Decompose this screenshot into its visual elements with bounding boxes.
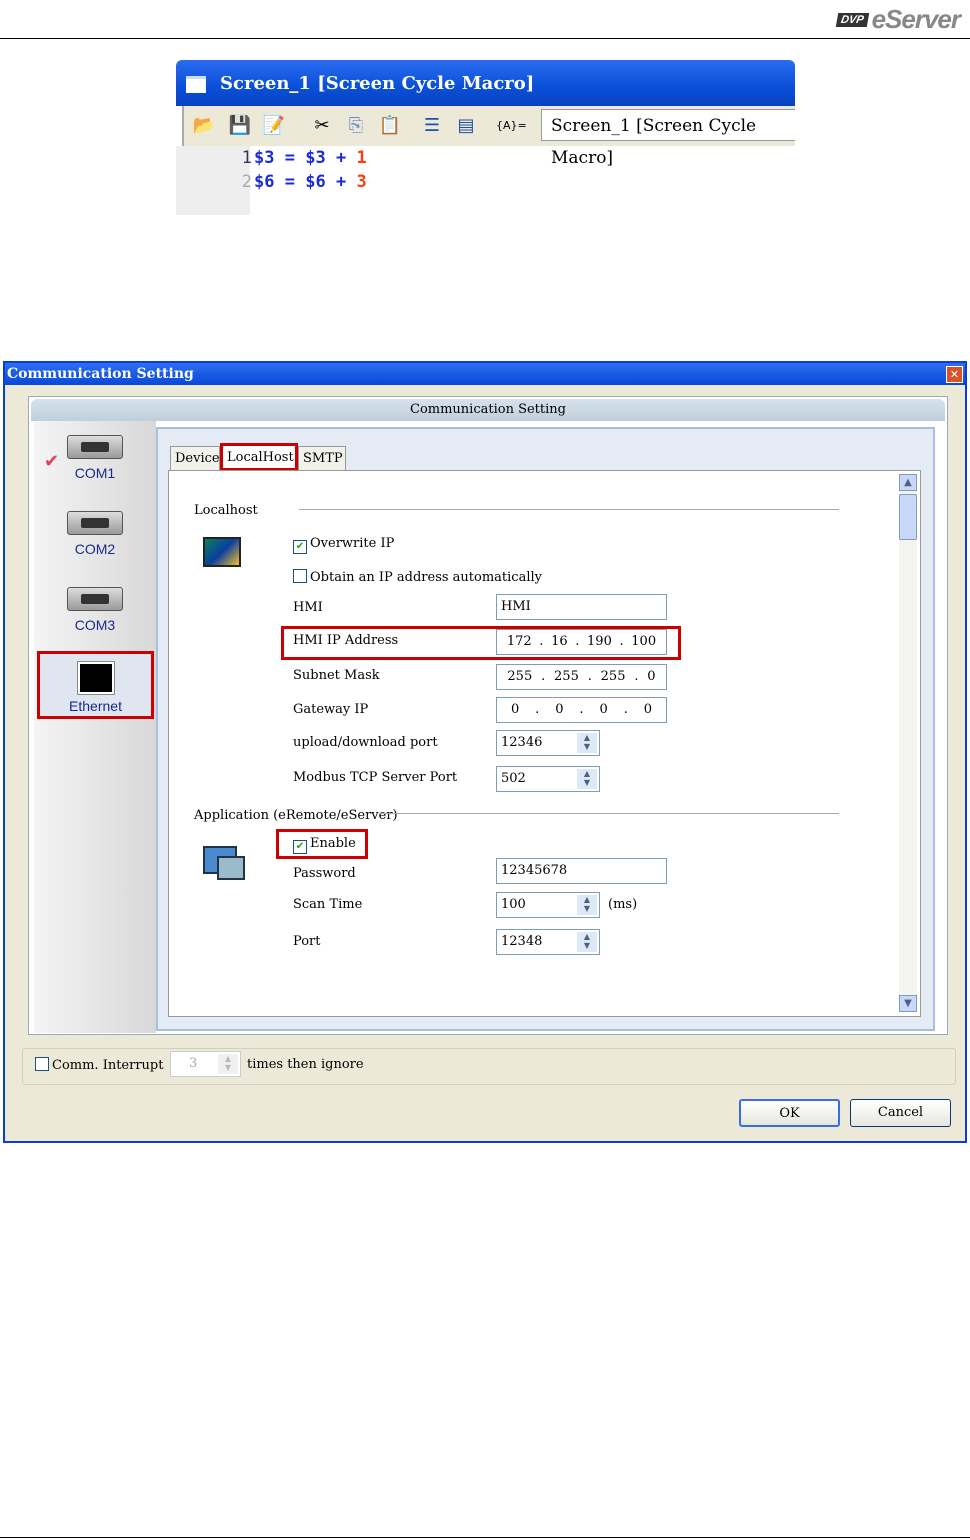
port-list: ✔ COM1 COM2 COM3 Ethernet [34,421,156,1033]
panel-title: Communication Setting [31,399,945,421]
localhost-content: ▲ ▼ Localhost ✔ Overwrite IP Obtain an IP … [168,470,921,1017]
macro-toolbar: 📂 💾 📝 ✂ ⎘ 📋 ☰ ▤ {A}= Screen_1 [Screen Cy… [182,106,795,168]
application-section-label: Application (eRemote/eServer) [194,808,398,823]
checkbox-icon[interactable] [35,1057,49,1071]
overwrite-ip-checkbox[interactable]: ✔ Overwrite IP [293,536,394,554]
paste-icon[interactable]: 📋 [378,114,402,138]
upload-port-input[interactable]: 12346 ▲ ▼ [496,730,600,756]
macro-window: Screen_1 [Screen Cycle Macro] 📂 💾 📝 ✂ ⎘ … [176,60,795,215]
logo-badge: DVP [835,12,869,27]
spinner-icon[interactable]: ▲ ▼ [577,895,597,915]
checkbox-checked-icon[interactable]: ✔ [293,540,307,554]
cancel-button[interactable]: Cancel [850,1099,951,1127]
port-label: Port [293,934,321,949]
upload-port-label: upload/download port [293,735,438,750]
port-com3[interactable]: COM3 [34,587,156,633]
port-ethernet[interactable]: Ethernet [37,651,154,719]
sort-icon[interactable]: ☰ [420,114,444,138]
scroll-up-icon[interactable]: ▲ [899,474,917,491]
macro-title: Screen_1 [Screen Cycle Macro] [220,73,535,94]
serial-port-icon [67,435,123,459]
cut-icon[interactable]: ✂ [310,114,334,138]
scan-time-unit: (ms) [608,897,638,912]
interrupt-count-input[interactable]: 3 ▲ ▼ [170,1051,241,1077]
code-line[interactable]: 2 $6 = $6 + 3 [232,172,367,196]
header-rule [0,38,970,39]
settings-panel: Communication Setting ✔ COM1 COM2 COM3 E… [28,396,948,1035]
modbus-port-label: Modbus TCP Server Port [293,770,458,785]
ip-address-label: HMI IP Address [293,633,399,648]
obtain-ip-checkbox[interactable]: Obtain an IP address automatically [293,569,542,585]
password-input[interactable]: 12345678 [496,858,667,884]
spinner-icon[interactable]: ▲ ▼ [577,769,597,789]
save-icon[interactable]: 💾 [228,114,252,138]
subnet-mask-label: Subnet Mask [293,668,380,683]
port-com1[interactable]: COM1 [34,435,156,481]
ok-button[interactable]: OK [739,1099,840,1127]
communication-setting-dialog: Communication Setting ✕ Communication Se… [3,361,967,1143]
monitor-icon [203,537,241,567]
copy-icon[interactable]: ⎘ [344,114,368,138]
divider [299,509,839,510]
scroll-thumb[interactable] [899,494,917,540]
window-icon [186,76,206,93]
gateway-input[interactable]: 0.0.0.0 [496,697,667,723]
gateway-label: Gateway IP [293,702,369,717]
tab-device[interactable]: Device [170,446,220,470]
dialog-title: Communication Setting [5,363,965,385]
divider [379,813,839,814]
spinner-icon[interactable]: ▲ ▼ [577,932,597,952]
application-icon [203,846,245,880]
serial-port-icon [67,587,123,611]
macro-selector[interactable]: Screen_1 [Screen Cycle Macro] [541,109,795,168]
port-com2[interactable]: COM2 [34,511,156,557]
tab-smtp[interactable]: SMTP [298,446,346,470]
scroll-down-icon[interactable]: ▼ [899,995,917,1012]
ip-address-input[interactable]: 172. 16. 190. 100 [496,629,667,655]
macro-title-bar: Screen_1 [Screen Cycle Macro] [176,60,795,106]
subnet-mask-input[interactable]: 255. 255. 255. 0 [496,664,667,690]
eserver-logo: DVP eServer [835,4,961,35]
scan-time-input[interactable]: 100 ▲ ▼ [496,892,600,918]
close-icon[interactable]: ✕ [946,366,963,383]
checkbox-checked-icon[interactable]: ✔ [293,840,307,854]
comm-interrupt-checkbox[interactable]: Comm. Interrupt [35,1057,163,1073]
code-line[interactable]: 1 $3 = $3 + 1 [232,148,367,172]
spinner-icon[interactable]: ▲ ▼ [577,733,597,753]
logo-text: eServer [871,4,961,34]
tab-localhost[interactable]: LocalHost [220,443,298,471]
enable-checkbox[interactable]: ✔ Enable [293,836,356,854]
tab-panel: Device LocalHost SMTP ▲ ▼ Localhost ✔ Over… [156,427,935,1031]
checkbox-icon[interactable] [293,569,307,583]
comm-interrupt-row: Comm. Interrupt 3 ▲ ▼ times then ignore [22,1048,956,1085]
hmi-name-input[interactable]: HMI [496,594,667,620]
footer-rule [0,1537,970,1538]
scan-time-label: Scan Time [293,897,363,912]
spinner-icon[interactable]: ▲ ▼ [218,1054,238,1074]
open-icon[interactable]: 📂 [192,114,216,138]
edit-icon[interactable]: 📝 [262,114,286,138]
variable-icon[interactable]: {A}= [496,114,527,138]
insert-icon[interactable]: ▤ [454,114,478,138]
port-input[interactable]: 12348 ▲ ▼ [496,929,600,955]
modbus-port-input[interactable]: 502 ▲ ▼ [496,766,600,792]
interrupt-suffix: times then ignore [247,1057,364,1072]
ethernet-icon [77,662,114,694]
vertical-scrollbar[interactable]: ▲ ▼ [899,474,917,1012]
serial-port-icon [67,511,123,535]
localhost-section-label: Localhost [194,503,258,518]
hmi-name-label: HMI [293,600,323,615]
password-label: Password [293,866,356,881]
